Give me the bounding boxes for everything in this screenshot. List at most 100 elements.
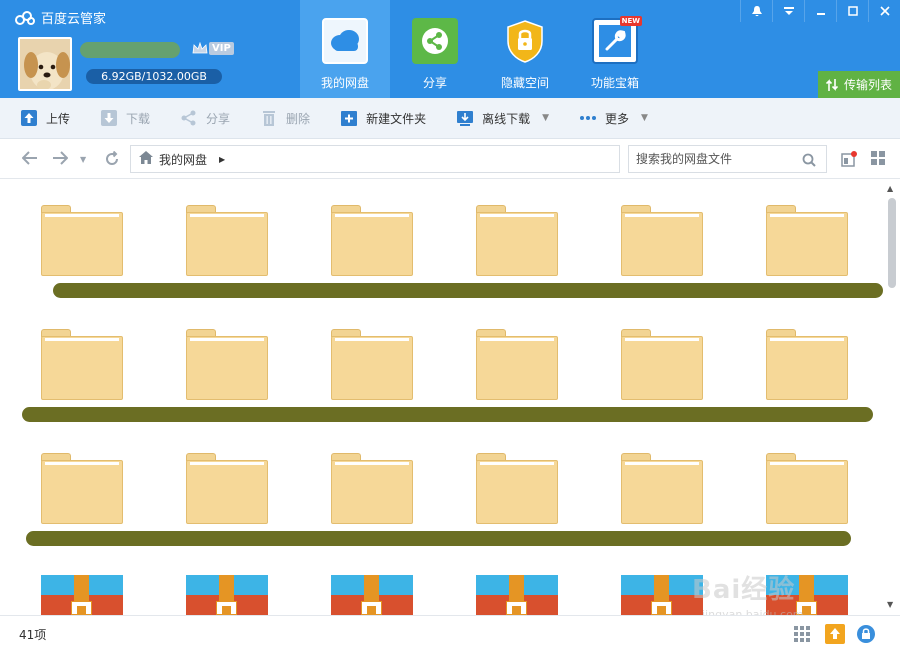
home-icon[interactable]: [139, 151, 153, 167]
folder-item[interactable]: [186, 326, 268, 400]
new-folder-button[interactable]: 新建文件夹: [340, 109, 426, 127]
folder-item[interactable]: [331, 450, 413, 524]
folder-item[interactable]: [331, 202, 413, 276]
folder-item[interactable]: [186, 202, 268, 276]
filename-redaction-bar: [22, 407, 873, 422]
folder-item[interactable]: [331, 326, 413, 400]
folder-icon: [186, 326, 268, 400]
upload-status-icon[interactable]: [825, 624, 845, 647]
breadcrumb[interactable]: 我的网盘 ▶: [130, 145, 620, 173]
download-icon: [100, 109, 118, 127]
folder-item[interactable]: [621, 450, 703, 524]
new-folder-icon: [340, 109, 358, 127]
trash-icon: [260, 109, 278, 127]
menu-dropdown-icon[interactable]: [772, 0, 804, 22]
item-count: 41项: [19, 628, 47, 642]
tab-toolbox[interactable]: NEW 功能宝箱: [570, 0, 660, 98]
folder-icon: [331, 450, 413, 524]
file-grid: [0, 180, 884, 615]
offline-download-label: 离线下载: [482, 111, 531, 126]
forward-arrow-icon[interactable]: [52, 151, 69, 169]
archive-icon: [331, 575, 413, 615]
back-arrow-icon[interactable]: [21, 151, 38, 169]
grid-view-icon[interactable]: [871, 151, 885, 168]
toolbar: 上传 下载 分享 删除 新建文件夹 离线下载 ▼ 更多 ▼: [0, 98, 900, 139]
more-dots-icon: [579, 109, 597, 127]
archive-item[interactable]: [766, 575, 848, 615]
username-redacted: [80, 42, 180, 58]
folder-icon: [621, 202, 703, 276]
lock-shield-icon: [502, 18, 548, 64]
search-input[interactable]: [636, 152, 796, 166]
folder-item[interactable]: [41, 450, 123, 524]
folder-item[interactable]: [621, 326, 703, 400]
folder-item[interactable]: [41, 202, 123, 276]
delete-button[interactable]: 删除: [260, 109, 310, 127]
chevron-down-icon[interactable]: ▼: [542, 113, 549, 123]
new-badge: NEW: [619, 16, 642, 26]
scroll-down-icon[interactable]: ▼: [887, 600, 893, 609]
vertical-scrollbar[interactable]: ▲ ▼: [884, 180, 900, 615]
preview-pane-icon[interactable]: [841, 151, 857, 170]
folder-item[interactable]: [766, 450, 848, 524]
archive-item[interactable]: [186, 575, 268, 615]
download-button[interactable]: 下载: [100, 109, 150, 127]
minimize-icon[interactable]: [804, 0, 836, 22]
folder-item[interactable]: [186, 450, 268, 524]
delete-label: 删除: [286, 111, 311, 126]
folder-icon: [766, 202, 848, 276]
close-icon[interactable]: [868, 0, 900, 22]
folder-item[interactable]: [766, 202, 848, 276]
folder-icon: [476, 202, 558, 276]
new-folder-label: 新建文件夹: [366, 111, 427, 126]
app-title-text: 百度云管家: [41, 12, 107, 27]
folder-item[interactable]: [41, 326, 123, 400]
breadcrumb-current[interactable]: 我的网盘: [159, 151, 207, 168]
offline-download-icon: [456, 109, 474, 127]
lock-status-icon[interactable]: [856, 624, 876, 647]
folder-icon: [766, 326, 848, 400]
apps-grid-icon[interactable]: [794, 626, 810, 645]
folder-item[interactable]: [766, 326, 848, 400]
refresh-icon[interactable]: [104, 150, 120, 171]
notification-bell-icon[interactable]: [740, 0, 772, 22]
folder-icon: [41, 450, 123, 524]
download-label: 下载: [126, 111, 151, 126]
upload-button[interactable]: 上传: [20, 109, 70, 127]
archive-item[interactable]: [621, 575, 703, 615]
folder-item[interactable]: [621, 202, 703, 276]
folder-item[interactable]: [476, 450, 558, 524]
tab-share[interactable]: 分享: [390, 0, 480, 98]
folder-icon: [621, 450, 703, 524]
scroll-up-icon[interactable]: ▲: [887, 184, 893, 193]
archive-item[interactable]: [476, 575, 558, 615]
archive-icon: [41, 575, 123, 615]
history-dropdown-icon[interactable]: ▼: [80, 155, 86, 164]
breadcrumb-arrow-icon[interactable]: ▶: [219, 155, 225, 164]
folder-item[interactable]: [476, 326, 558, 400]
archive-item[interactable]: [41, 575, 123, 615]
search-icon[interactable]: [802, 153, 816, 170]
folder-icon: [621, 326, 703, 400]
archive-icon: [186, 575, 268, 615]
avatar[interactable]: [18, 37, 72, 91]
tab-my-netdisk[interactable]: 我的网盘: [300, 0, 390, 98]
upload-label: 上传: [46, 111, 71, 126]
archive-item[interactable]: [331, 575, 413, 615]
share-button[interactable]: 分享: [180, 109, 230, 127]
more-button[interactable]: 更多 ▼: [579, 109, 648, 127]
offline-download-button[interactable]: 离线下载 ▼: [456, 109, 549, 127]
scroll-thumb[interactable]: [888, 198, 896, 288]
archive-icon: [621, 575, 703, 615]
crown-icon: [192, 42, 208, 54]
status-bar: 41项: [0, 615, 900, 650]
folder-item[interactable]: [476, 202, 558, 276]
search-box[interactable]: [628, 145, 827, 173]
chevron-down-icon[interactable]: ▼: [641, 113, 648, 123]
tab-hidden-space[interactable]: 隐藏空间: [480, 0, 570, 98]
vip-badge[interactable]: VIP: [192, 42, 234, 55]
transfer-list-button[interactable]: 传输列表: [818, 71, 900, 98]
folder-icon: [186, 202, 268, 276]
maximize-icon[interactable]: [836, 0, 868, 22]
header: 百度云管家 VIP 6.92GB/1032.00GB 我的网盘 分享 隐藏空间 …: [0, 0, 900, 98]
